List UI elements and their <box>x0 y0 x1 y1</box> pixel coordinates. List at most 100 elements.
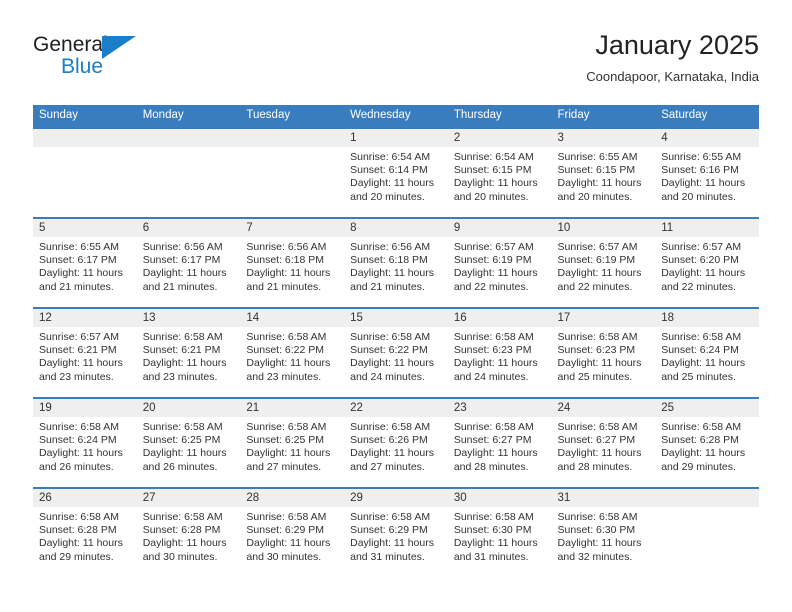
daylight-text-line1: Daylight: 11 hours <box>39 357 123 370</box>
daylight-text-line2: and 23 minutes. <box>246 370 322 383</box>
day-cell[interactable]: 7 Sunrise: 6:56 AM Sunset: 6:18 PM Daylight… <box>240 219 345 307</box>
daylight-text-line2: and 27 minutes. <box>350 460 425 473</box>
weekday-header-thursday: Thursday <box>447 105 552 128</box>
day-cell[interactable]: 18 Sunrise: 6:58 AM Sunset: 6:24 PM Dayligh… <box>655 309 759 397</box>
day-number: 29 <box>344 489 448 507</box>
sunset-text: Sunset: 6:20 PM <box>661 254 739 267</box>
day-number <box>655 489 759 507</box>
day-cell[interactable]: 16 Sunrise: 6:58 AM Sunset: 6:23 PM Dayligh… <box>447 309 552 397</box>
day-cell[interactable]: 31 Sunrise: 6:58 AM Sunset: 6:30 PM Dayligh… <box>551 489 656 577</box>
day-number: 16 <box>447 309 552 327</box>
daylight-text-line2: and 22 minutes. <box>557 280 633 293</box>
day-cell[interactable]: 12 Sunrise: 6:57 AM Sunset: 6:21 PM Dayligh… <box>33 309 137 397</box>
calendar-cell <box>240 127 345 218</box>
sunset-text: Sunset: 6:17 PM <box>39 254 117 267</box>
day-cell[interactable]: 3 Sunrise: 6:55 AM Sunset: 6:15 PM Daylight… <box>551 129 656 217</box>
day-cell[interactable]: 28 Sunrise: 6:58 AM Sunset: 6:29 PM Dayligh… <box>240 489 345 577</box>
daylight-text-line1: Daylight: 11 hours <box>39 447 123 460</box>
day-number: 18 <box>655 309 759 327</box>
calendar-cell: 1 Sunrise: 6:54 AM Sunset: 6:14 PM Daylight… <box>344 127 448 218</box>
sunset-text: Sunset: 6:21 PM <box>142 344 221 357</box>
day-details: Sunrise: 6:58 AM Sunset: 6:23 PM Daylight:… <box>448 327 552 384</box>
day-details: Sunrise: 6:55 AM Sunset: 6:15 PM Daylight:… <box>552 147 656 204</box>
day-cell[interactable]: 25 Sunrise: 6:58 AM Sunset: 6:28 PM Dayligh… <box>655 399 759 487</box>
day-number: 14 <box>240 309 345 327</box>
daylight-text-line1: Daylight: 11 hours <box>350 447 434 460</box>
day-cell[interactable]: 15 Sunrise: 6:58 AM Sunset: 6:22 PM Dayligh… <box>344 309 448 397</box>
calendar-cell: 30 Sunrise: 6:58 AM Sunset: 6:30 PM Dayligh… <box>447 487 552 578</box>
day-cell[interactable]: 2 Sunrise: 6:54 AM Sunset: 6:15 PM Daylight… <box>447 129 552 217</box>
day-cell[interactable]: 10 Sunrise: 6:57 AM Sunset: 6:19 PM Dayligh… <box>551 219 656 307</box>
day-cell[interactable]: 17 Sunrise: 6:58 AM Sunset: 6:23 PM Dayligh… <box>551 309 656 397</box>
day-cell[interactable]: 14 Sunrise: 6:58 AM Sunset: 6:22 PM Dayligh… <box>240 309 345 397</box>
day-details: Sunrise: 6:58 AM Sunset: 6:29 PM Daylight:… <box>240 507 344 564</box>
day-cell[interactable]: 19 Sunrise: 6:58 AM Sunset: 6:24 PM Dayligh… <box>33 399 137 487</box>
day-cell[interactable]: 5 Sunrise: 6:55 AM Sunset: 6:17 PM Daylight… <box>33 219 137 307</box>
day-cell[interactable]: 8 Sunrise: 6:56 AM Sunset: 6:18 PM Daylight… <box>344 219 448 307</box>
day-details: Sunrise: 6:58 AM Sunset: 6:25 PM Daylight:… <box>240 417 344 474</box>
daylight-text-line2: and 25 minutes. <box>557 370 633 383</box>
sunrise-text: Sunrise: 6:56 AM <box>350 241 431 253</box>
calendar-cell: 27 Sunrise: 6:58 AM Sunset: 6:28 PM Dayligh… <box>136 487 241 578</box>
day-cell[interactable]: 23 Sunrise: 6:58 AM Sunset: 6:27 PM Dayligh… <box>447 399 552 487</box>
day-cell[interactable]: 24 Sunrise: 6:58 AM Sunset: 6:27 PM Dayligh… <box>551 399 656 487</box>
calendar-cell: 20 Sunrise: 6:58 AM Sunset: 6:25 PM Dayligh… <box>136 397 241 488</box>
calendar-cell: 25 Sunrise: 6:58 AM Sunset: 6:28 PM Dayligh… <box>655 397 759 488</box>
day-cell[interactable]: 22 Sunrise: 6:58 AM Sunset: 6:26 PM Dayligh… <box>344 399 448 487</box>
daylight-text-line1: Daylight: 11 hours <box>350 357 434 370</box>
day-number: 12 <box>33 309 137 327</box>
daylight-text-line2: and 30 minutes. <box>142 550 218 563</box>
day-cell[interactable]: 27 Sunrise: 6:58 AM Sunset: 6:28 PM Dayligh… <box>136 489 241 577</box>
sunrise-text: Sunrise: 6:57 AM <box>661 241 742 253</box>
title-block: January 2025 Coondapoor, Karnataka, Indi… <box>586 28 759 85</box>
daylight-text-line2: and 28 minutes. <box>453 460 529 473</box>
day-cell[interactable]: 20 Sunrise: 6:58 AM Sunset: 6:25 PM Dayligh… <box>136 399 241 487</box>
day-number: 9 <box>447 219 552 237</box>
day-details: Sunrise: 6:57 AM Sunset: 6:21 PM Daylight:… <box>33 327 137 384</box>
weekday-header-row: Sunday Monday Tuesday Wednesday Thursday… <box>33 105 759 128</box>
day-details: Sunrise: 6:55 AM Sunset: 6:16 PM Daylight:… <box>655 147 759 204</box>
calendar-cell <box>655 487 759 578</box>
calendar-cell: 22 Sunrise: 6:58 AM Sunset: 6:26 PM Dayligh… <box>344 397 448 488</box>
calendar-cell: 31 Sunrise: 6:58 AM Sunset: 6:30 PM Dayligh… <box>551 487 656 578</box>
sunrise-text: Sunrise: 6:58 AM <box>453 421 534 433</box>
calendar-week-row: 1 Sunrise: 6:54 AM Sunset: 6:14 PM Daylight… <box>33 127 759 218</box>
daylight-text-line1: Daylight: 11 hours <box>661 447 746 460</box>
daylight-text-line2: and 31 minutes. <box>350 550 425 563</box>
day-cell[interactable]: 9 Sunrise: 6:57 AM Sunset: 6:19 PM Daylight… <box>447 219 552 307</box>
day-details: Sunrise: 6:58 AM Sunset: 6:27 PM Daylight:… <box>448 417 552 474</box>
day-number <box>240 129 345 147</box>
sunrise-text: Sunrise: 6:57 AM <box>39 331 119 343</box>
day-cell[interactable]: 13 Sunrise: 6:58 AM Sunset: 6:21 PM Dayligh… <box>136 309 241 397</box>
day-cell[interactable]: 4 Sunrise: 6:55 AM Sunset: 6:16 PM Daylight… <box>655 129 759 217</box>
day-cell[interactable]: 29 Sunrise: 6:58 AM Sunset: 6:29 PM Dayligh… <box>344 489 448 577</box>
daylight-text-line1: Daylight: 11 hours <box>557 537 642 550</box>
day-number: 19 <box>33 399 137 417</box>
calendar-cell: 18 Sunrise: 6:58 AM Sunset: 6:24 PM Dayligh… <box>655 307 759 398</box>
sunrise-text: Sunrise: 6:58 AM <box>39 421 119 433</box>
sunset-text: Sunset: 6:25 PM <box>142 434 221 447</box>
day-number: 10 <box>551 219 656 237</box>
day-details: Sunrise: 6:58 AM Sunset: 6:27 PM Daylight:… <box>552 417 656 474</box>
day-cell[interactable]: 1 Sunrise: 6:54 AM Sunset: 6:14 PM Daylight… <box>344 129 448 217</box>
day-number: 11 <box>655 219 759 237</box>
calendar-cell: 29 Sunrise: 6:58 AM Sunset: 6:29 PM Dayligh… <box>344 487 448 578</box>
day-number: 20 <box>136 399 241 417</box>
day-details: Sunrise: 6:56 AM Sunset: 6:18 PM Daylight:… <box>240 237 344 294</box>
sunset-text: Sunset: 6:19 PM <box>453 254 532 267</box>
day-details: Sunrise: 6:58 AM Sunset: 6:22 PM Daylight:… <box>240 327 344 384</box>
daylight-text-line2: and 29 minutes. <box>661 460 736 473</box>
day-number: 22 <box>344 399 448 417</box>
day-cell[interactable]: 21 Sunrise: 6:58 AM Sunset: 6:25 PM Dayligh… <box>240 399 345 487</box>
day-cell[interactable]: 26 Sunrise: 6:58 AM Sunset: 6:28 PM Dayligh… <box>33 489 137 577</box>
sunrise-text: Sunrise: 6:58 AM <box>246 421 327 433</box>
day-cell[interactable]: 11 Sunrise: 6:57 AM Sunset: 6:20 PM Dayligh… <box>655 219 759 307</box>
daylight-text-line1: Daylight: 11 hours <box>557 357 642 370</box>
sunrise-text: Sunrise: 6:58 AM <box>350 331 431 343</box>
sunset-text: Sunset: 6:17 PM <box>142 254 221 267</box>
day-cell[interactable]: 6 Sunrise: 6:56 AM Sunset: 6:17 PM Daylight… <box>136 219 241 307</box>
general-blue-logo[interactable]: General Blue <box>33 32 153 84</box>
day-cell[interactable]: 30 Sunrise: 6:58 AM Sunset: 6:30 PM Dayligh… <box>447 489 552 577</box>
daylight-text-line2: and 24 minutes. <box>350 370 425 383</box>
day-number <box>33 129 137 147</box>
